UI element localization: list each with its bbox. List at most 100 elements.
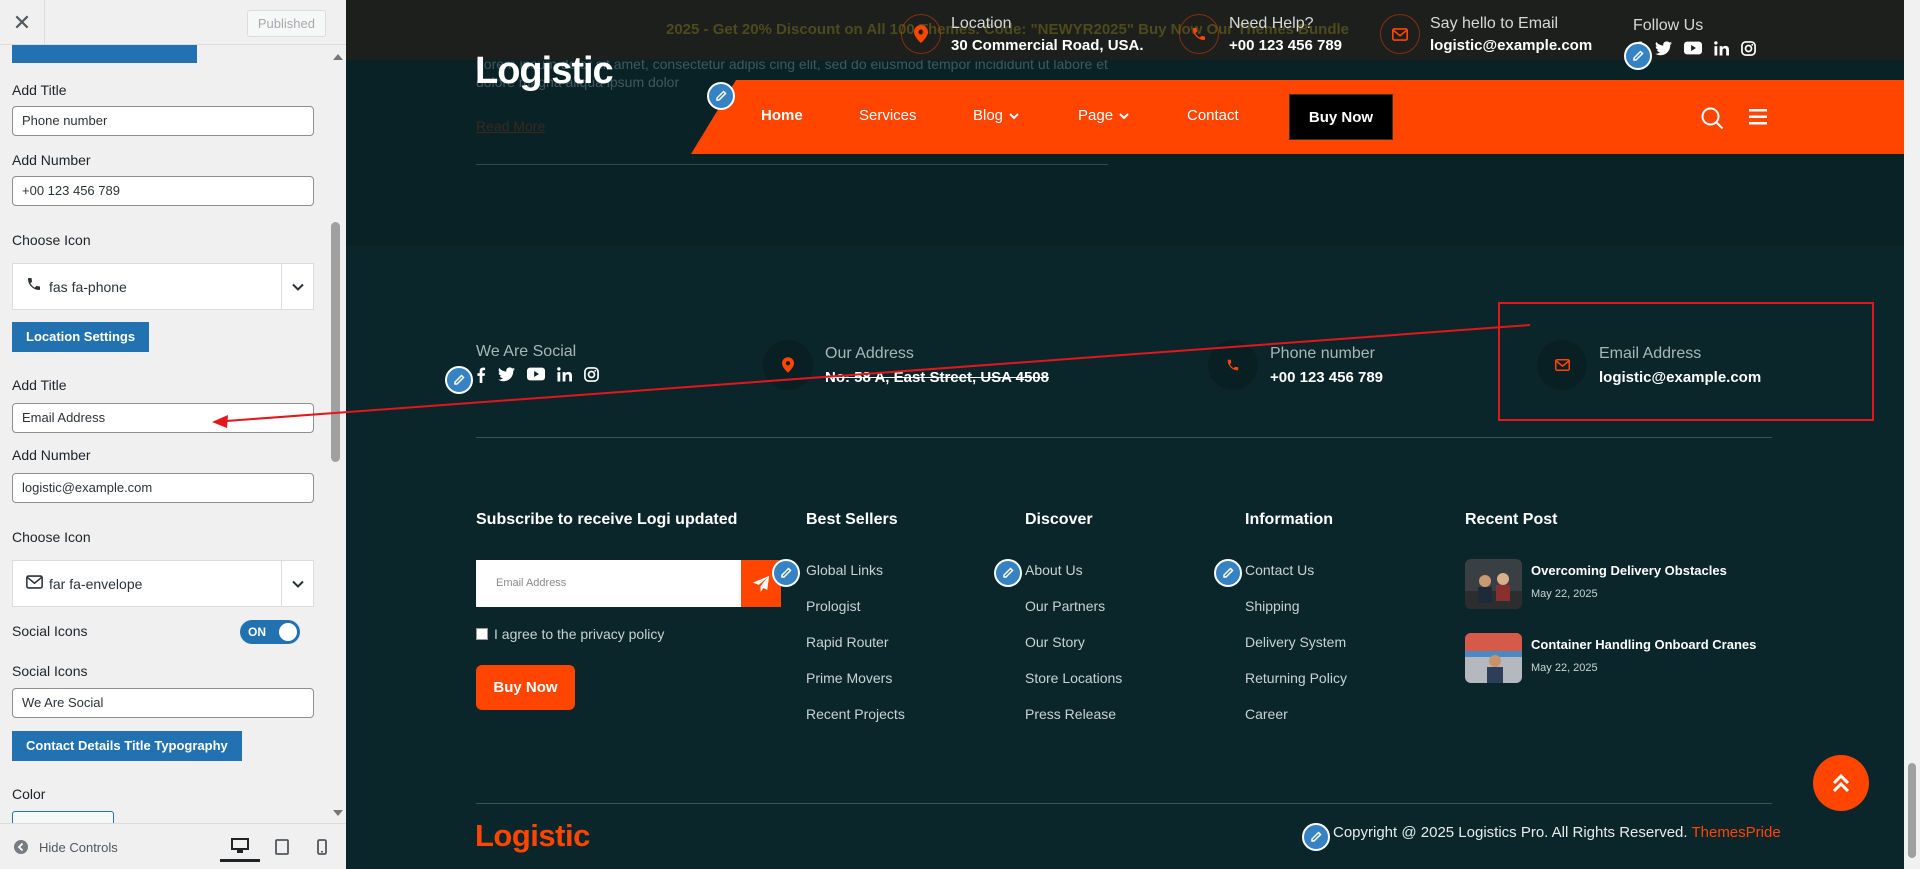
edit-shortcut-pencil-icon[interactable] (445, 366, 473, 394)
scroll-to-top-button[interactable] (1813, 755, 1869, 811)
best-sellers-link[interactable]: Global Links (806, 562, 883, 578)
instagram-icon[interactable] (1741, 41, 1756, 56)
discover-link[interactable]: Press Release (1025, 706, 1116, 722)
mobile-preview-icon[interactable] (302, 832, 342, 862)
social-icons-input[interactable]: We Are Social (12, 688, 314, 718)
edit-shortcut-pencil-icon[interactable] (772, 559, 800, 587)
information-link[interactable]: Returning Policy (1245, 670, 1347, 686)
discover-link[interactable]: Store Locations (1025, 670, 1122, 686)
email-title-input[interactable]: Email Address (12, 403, 314, 433)
nav-buy-now-button[interactable]: Buy Now (1289, 94, 1393, 140)
preview-scrollbar[interactable] (1904, 0, 1920, 869)
edit-shortcut-pencil-icon[interactable] (1302, 823, 1330, 851)
privacy-checkbox[interactable] (476, 628, 488, 640)
typography-button[interactable]: Contact Details Title Typography (12, 731, 242, 761)
instagram-icon[interactable] (584, 367, 599, 382)
email-icon-select[interactable]: far fa-envelope (12, 560, 314, 607)
email-choose-icon-label: Choose Icon (12, 529, 91, 545)
phone-title-input[interactable]: Phone number (12, 106, 314, 136)
collapse-icon (14, 840, 28, 854)
footer-divider (476, 437, 1772, 438)
edit-shortcut-pencil-icon[interactable] (1214, 559, 1242, 587)
read-more-link[interactable]: Read More (476, 118, 545, 134)
post-thumbnail[interactable] (1465, 633, 1522, 683)
header-email-value: logistic@example.com (1430, 36, 1593, 54)
email-icon-value: far fa-envelope (49, 575, 143, 592)
nav-home[interactable]: Home (761, 107, 803, 124)
information-title: Information (1245, 511, 1333, 528)
location-settings-button[interactable]: Location Settings (12, 322, 150, 352)
edit-shortcut-pencil-icon[interactable] (994, 559, 1022, 587)
post-title[interactable]: Overcoming Delivery Obstacles (1531, 563, 1727, 578)
nav-page-label: Page (1078, 107, 1114, 124)
color-label: Color (12, 786, 46, 802)
copyright-brand-link[interactable]: ThemesPride (1691, 824, 1780, 841)
information-link[interactable]: Delivery System (1245, 634, 1346, 650)
discover-title: Discover (1025, 511, 1093, 528)
nav-page[interactable]: Page (1078, 107, 1130, 124)
preview-scroll-thumb[interactable] (1908, 763, 1916, 858)
hamburger-menu-icon[interactable] (1748, 107, 1768, 127)
linkedin-icon[interactable] (557, 367, 572, 382)
hide-controls-label: Hide Controls (39, 839, 118, 855)
panel-controls[interactable]: Add Title Phone number Add Number +00 12… (0, 45, 330, 823)
phone-icon (1179, 14, 1219, 54)
edit-shortcut-pencil-icon[interactable] (707, 82, 735, 110)
social-icons-toggle[interactable]: ON (240, 620, 300, 644)
scroll-down-icon[interactable] (330, 805, 346, 821)
hero-divider (476, 164, 1108, 165)
best-sellers-link[interactable]: Rapid Router (806, 634, 889, 650)
chevron-down-icon[interactable] (281, 561, 313, 606)
best-sellers-title: Best Sellers (806, 511, 898, 528)
color-picker-button[interactable] (12, 811, 114, 823)
youtube-icon[interactable] (527, 367, 545, 381)
site-preview[interactable]: Lorem ipsum dolor sit amet, consectetur … (346, 0, 1920, 869)
tablet-preview-icon[interactable] (262, 832, 302, 862)
youtube-icon[interactable] (1684, 41, 1702, 55)
email-number-input[interactable]: logistic@example.com (12, 473, 314, 503)
search-icon[interactable] (1700, 106, 1724, 130)
hide-controls-button[interactable]: Hide Controls (13, 839, 118, 855)
edit-shortcut-pencil-icon[interactable] (1624, 42, 1652, 70)
published-button[interactable]: Published (246, 10, 326, 37)
toggle-knob (279, 623, 297, 641)
panel-scroll-thumb[interactable] (331, 222, 340, 462)
information-link[interactable]: Career (1245, 706, 1288, 722)
facebook-icon[interactable] (476, 367, 486, 383)
twitter-icon[interactable] (498, 367, 515, 382)
nav-contact[interactable]: Contact (1187, 107, 1239, 124)
desktop-preview-icon[interactable] (220, 832, 260, 862)
phone-number-input[interactable]: +00 123 456 789 (12, 176, 314, 206)
footer-logo[interactable]: Logistic (475, 818, 590, 854)
information-link[interactable]: Shipping (1245, 598, 1300, 614)
phone-add-number-label: Add Number (12, 152, 91, 168)
linkedin-icon[interactable] (1714, 41, 1729, 56)
site-logo[interactable]: Logistic (475, 50, 614, 93)
discover-link[interactable]: Our Story (1025, 634, 1085, 650)
post-title[interactable]: Container Handling Onboard Cranes (1531, 637, 1756, 652)
discover-link[interactable]: Our Partners (1025, 598, 1105, 614)
best-sellers-link[interactable]: Prime Movers (806, 670, 892, 686)
discover-link[interactable]: About Us (1025, 562, 1083, 578)
previous-settings-button[interactable] (12, 45, 197, 63)
information-link[interactable]: Contact Us (1245, 562, 1314, 578)
subscribe-email-input[interactable]: Email Address (476, 560, 741, 607)
chevron-down-icon[interactable] (281, 264, 313, 309)
phone-icon-select[interactable]: fas fa-phone (12, 263, 314, 310)
email-add-number-label: Add Number (12, 447, 91, 463)
best-sellers-link[interactable]: Prologist (806, 598, 860, 614)
nav-services[interactable]: Services (859, 107, 917, 124)
privacy-agree-row[interactable]: I agree to the privacy policy (476, 626, 664, 642)
footer-buy-now-button[interactable]: Buy Now (476, 665, 575, 710)
copyright-text: Copyright @ 2025 Logistics Pro. All Righ… (1333, 824, 1781, 841)
best-sellers-link[interactable]: Recent Projects (806, 706, 905, 722)
header-help: Need Help? +00 123 456 789 (1179, 14, 1342, 54)
twitter-icon[interactable] (1655, 41, 1672, 56)
privacy-agree-label: I agree to the privacy policy (494, 626, 665, 642)
location-pin-icon (763, 340, 813, 390)
post-thumbnail[interactable] (1465, 559, 1522, 609)
nav-blog[interactable]: Blog (973, 107, 1020, 124)
scroll-up-icon[interactable] (330, 49, 346, 65)
close-icon[interactable]: ✕ (0, 0, 45, 45)
header-location-title: Location (951, 14, 1012, 32)
